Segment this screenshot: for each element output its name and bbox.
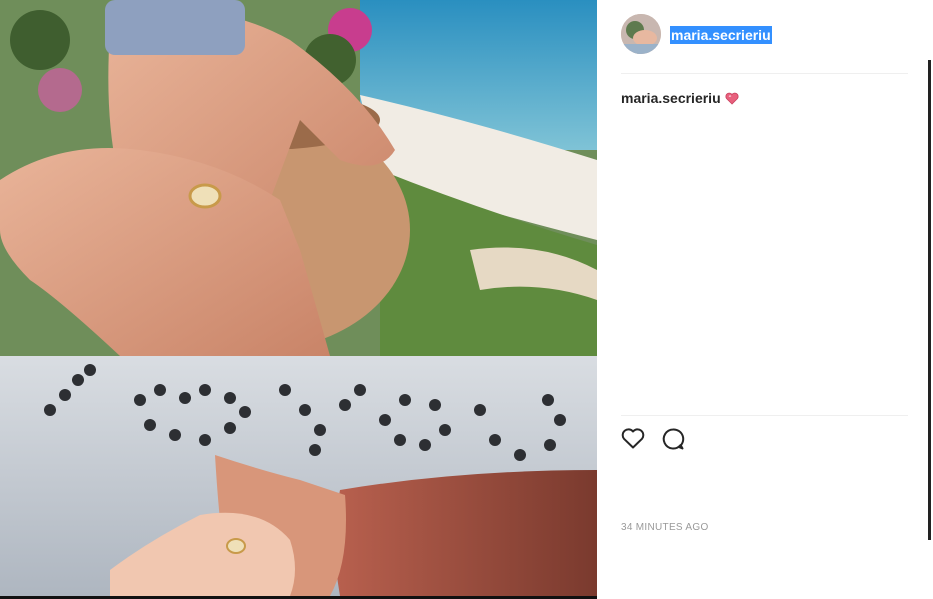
header-username-link[interactable]: maria.secrieriu [670, 26, 772, 44]
actions-divider [621, 415, 908, 416]
comment-bubble-icon[interactable] [661, 427, 685, 451]
post-caption: maria.secrieriu [621, 89, 739, 109]
heart-outline-icon[interactable] [621, 427, 645, 449]
post-timestamp[interactable]: 34 minutes ago [621, 522, 709, 533]
post-photo[interactable] [0, 0, 597, 596]
pink-heart-emoji-icon [725, 91, 739, 109]
avatar[interactable] [621, 14, 661, 54]
post-side-panel: maria.secrieriu maria.secrieriu 34 minut… [597, 0, 928, 599]
window-edge [928, 60, 931, 540]
header-divider [621, 73, 908, 74]
caption-username-link[interactable]: maria.secrieriu [621, 90, 721, 106]
